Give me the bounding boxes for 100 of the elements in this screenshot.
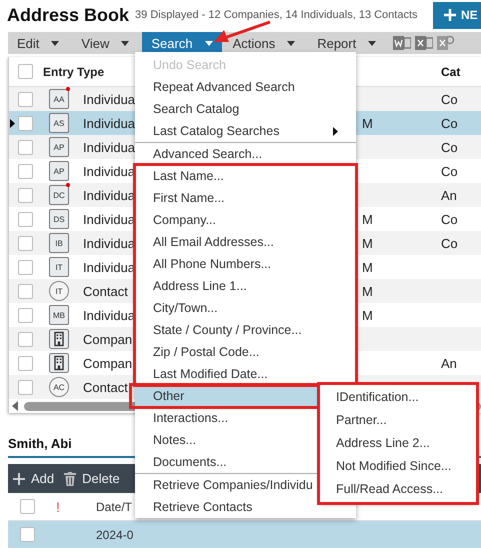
category-cell: Co (441, 92, 458, 106)
category-cell: Co (441, 212, 458, 226)
individual-avatar: AS (49, 113, 69, 133)
contact-avatar: AC (49, 377, 69, 397)
trash-icon (64, 472, 76, 486)
entry-type: Individua (83, 212, 136, 226)
scroll-left-icon[interactable] (12, 401, 18, 411)
checkbox[interactable] (18, 308, 33, 322)
menu-item[interactable]: All Phone Numbers... (135, 253, 356, 275)
category-cell: Co (441, 116, 458, 130)
checkbox[interactable] (18, 188, 33, 202)
menu-item[interactable]: Company... (135, 209, 356, 231)
caret-icon (287, 40, 296, 46)
table-cell: M (362, 212, 373, 226)
table-cell: M (362, 236, 373, 250)
entry-type: Contact (83, 284, 128, 298)
plus-icon (444, 9, 456, 21)
checkbox[interactable] (18, 236, 33, 250)
category-cell: Co (441, 140, 458, 154)
menu-button[interactable]: Edit (8, 32, 68, 54)
menu-item[interactable]: Last Modified Date... (135, 363, 356, 385)
table-cell: M (362, 284, 373, 298)
caret-icon (121, 40, 130, 46)
entry-type: Individua (83, 188, 136, 202)
entry-type: Individua (83, 164, 136, 178)
menu-item: Undo Search (152, 57, 227, 74)
entry-type: Individua (83, 236, 136, 250)
table-cell: M (362, 116, 373, 130)
entry-type: Individua (83, 140, 136, 154)
spreadsheet-export-icon[interactable] (415, 35, 434, 51)
individual-avatar: AP (49, 161, 69, 181)
menu-item[interactable]: Last Catalog Searches (135, 120, 356, 142)
menu-item[interactable]: Zip / Postal Code... (135, 341, 356, 363)
entry-type: Compan (83, 356, 132, 370)
individual-avatar: AA (49, 89, 69, 109)
category-cell: Co (441, 164, 458, 178)
menu-item[interactable]: Other (135, 385, 320, 407)
menu-item[interactable]: Advanced Search... (135, 143, 356, 165)
menu-button[interactable]: Actions (224, 32, 304, 54)
checkbox[interactable] (20, 527, 35, 542)
checkbox[interactable] (18, 64, 33, 79)
menu-item[interactable]: First Name... (135, 187, 356, 209)
category-cell: Co (441, 236, 458, 250)
menu-item[interactable]: Partner... (320, 409, 476, 432)
caret-icon (51, 40, 60, 46)
page-title: Address Book (7, 4, 130, 26)
row-pointer-icon (10, 118, 15, 128)
caret-icon (204, 40, 213, 46)
checkbox[interactable] (18, 380, 33, 394)
checkbox[interactable] (18, 332, 33, 346)
category-cell: An (441, 356, 457, 370)
delete-button[interactable]: Delete (59, 464, 125, 493)
menu-item[interactable]: Address Line 2... (320, 432, 476, 455)
menu-item[interactable]: IDentification... (320, 386, 476, 409)
menu-item[interactable]: All Email Addresses... (135, 231, 356, 253)
individual-avatar: IB (49, 233, 69, 253)
spreadsheet-search-icon[interactable] (437, 35, 456, 51)
column-header[interactable]: Date/T (96, 500, 132, 514)
individual-avatar: AP (49, 137, 69, 157)
menu-item[interactable]: Address Line 1... (135, 275, 356, 297)
column-header[interactable]: Cat (439, 64, 481, 78)
entry-type: Contact (83, 380, 128, 394)
individual-avatar: DS (49, 209, 69, 229)
individual-avatar: DC (49, 185, 69, 205)
menu-item[interactable]: Not Modified Since... (320, 455, 476, 478)
individual-avatar: MB (49, 305, 69, 325)
entry-type: Individua (83, 116, 136, 130)
checkbox[interactable] (20, 499, 35, 514)
individual-avatar: IT (49, 257, 69, 277)
checkbox[interactable] (18, 260, 33, 274)
checkbox[interactable] (18, 164, 33, 178)
category-cell: An (441, 188, 457, 202)
checkbox[interactable] (18, 140, 33, 154)
table-cell: M (362, 260, 373, 274)
contact-avatar: IT (49, 281, 69, 301)
new-button[interactable]: NE (433, 2, 481, 28)
add-button[interactable]: Add (8, 464, 60, 493)
entry-type: Individua (83, 92, 136, 106)
checkbox[interactable] (18, 356, 33, 370)
date-cell: 2024-0 (96, 528, 134, 542)
menu-item[interactable]: City/Town... (135, 297, 356, 319)
menu-button[interactable]: Report (308, 32, 386, 54)
menu-item[interactable]: Repeat Advanced Search (135, 76, 356, 98)
menu-button[interactable]: View (72, 32, 138, 54)
menu-item[interactable]: State / County / Province... (135, 319, 356, 341)
submenu-arrow-icon (333, 126, 338, 136)
caret-icon (368, 40, 376, 46)
checkbox[interactable] (18, 212, 33, 226)
document-export-icon[interactable] (393, 35, 412, 51)
checkbox[interactable] (18, 116, 33, 130)
entry-type: Compan (83, 332, 132, 346)
priority-column-header[interactable]: ! (56, 498, 96, 514)
checkbox[interactable] (18, 284, 33, 298)
menu-item[interactable]: Search Catalog (135, 98, 356, 120)
entry-type: Individua (83, 308, 136, 322)
entry-type: Individua (83, 260, 136, 274)
menu-item[interactable]: Last Name... (135, 165, 356, 187)
plus-icon (13, 472, 25, 484)
building-icon (49, 353, 69, 373)
checkbox[interactable] (18, 92, 33, 106)
